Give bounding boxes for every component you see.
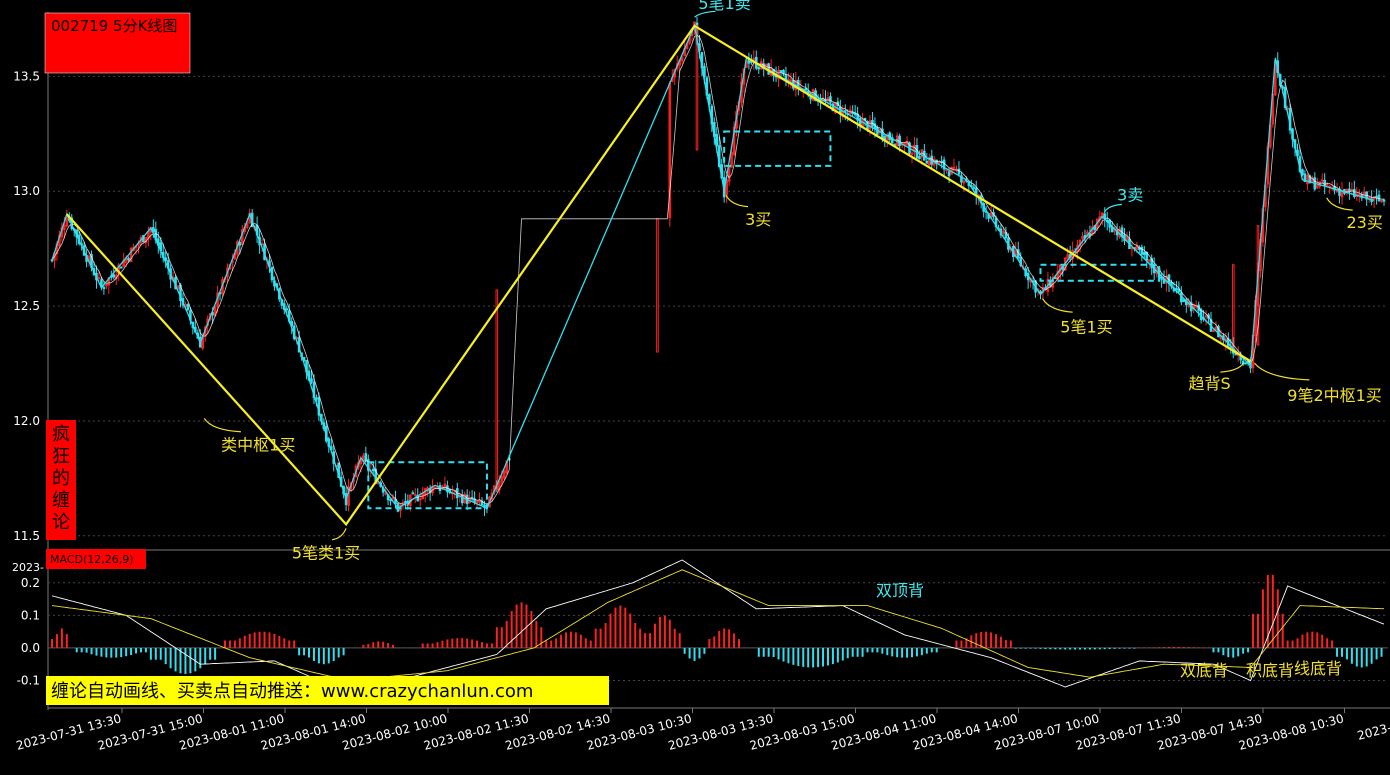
side-box-char: 疯 <box>52 424 70 445</box>
candle-body <box>1375 195 1378 198</box>
candle-body <box>1204 315 1208 318</box>
macd-annotation-label: 线底背 <box>1294 659 1342 678</box>
price-tick-label: 11.5 <box>13 529 40 543</box>
candle-body <box>1357 193 1361 196</box>
candle-body <box>1054 277 1057 280</box>
candle-body <box>315 397 318 400</box>
candle-body <box>1377 194 1381 201</box>
side-box-text: 疯狂的缠论 <box>52 424 70 533</box>
candle-body <box>1234 353 1238 356</box>
candle-body <box>127 258 130 261</box>
candle-body <box>952 166 956 169</box>
candle-body <box>411 492 415 495</box>
annotation-label: 9笔2中枢1买 <box>1287 386 1382 405</box>
candle-body <box>757 67 761 70</box>
candle-body <box>918 156 921 160</box>
candle-body <box>1325 183 1329 186</box>
price-tick-label: 13.5 <box>13 69 40 83</box>
candle-body <box>186 303 190 311</box>
candle-body <box>112 274 116 278</box>
candle-body <box>310 378 313 383</box>
candle-body <box>1301 169 1304 175</box>
candle-body <box>972 186 976 189</box>
candle-body <box>1142 251 1146 256</box>
chart-title: 002719 5分K线图 <box>51 17 177 35</box>
candle-body <box>1323 179 1326 187</box>
price-tick-label: 12.0 <box>13 414 40 428</box>
candle-body <box>384 492 387 495</box>
candle-body <box>804 88 808 91</box>
annotation-label: 趋背S <box>1189 374 1231 393</box>
side-box-char: 的 <box>52 468 70 489</box>
candle-body <box>119 266 123 269</box>
annotation-label: 5笔类1买 <box>292 543 360 562</box>
candle-body <box>97 277 101 280</box>
candle-body <box>102 287 106 290</box>
candle-body <box>1130 247 1134 250</box>
macd-annotation-label: 积底背 <box>1246 661 1294 680</box>
annotation-label: 23买 <box>1347 213 1383 232</box>
price-tick-label: 13.0 <box>13 184 40 198</box>
candle-body <box>1140 246 1144 255</box>
candle-body <box>779 70 783 73</box>
candle-body <box>945 169 948 172</box>
stock-chart: 11.5 12.0 12.5 13.0 13.5 -0.1 0.0 0.1 0.2 5笔1卖 3… <box>0 0 1390 775</box>
side-box-char: 狂 <box>52 446 70 467</box>
candle-body <box>829 96 832 103</box>
candle-body <box>925 160 929 164</box>
annotation-label: 3买 <box>745 210 771 229</box>
annotation-label: 5笔1卖 <box>698 0 750 13</box>
candle-body <box>1382 199 1386 202</box>
annotation-label: 类中枢1买 <box>221 435 295 454</box>
candle-body <box>470 496 474 499</box>
macd-tick-label: 0.1 <box>21 608 40 622</box>
macd-label: MACD(12,26,9) <box>50 553 134 566</box>
candle-body <box>957 168 961 175</box>
candle-body <box>371 468 375 472</box>
candle-body <box>391 497 395 500</box>
candle-body <box>947 171 951 177</box>
macd-tick-label: 0.0 <box>21 641 40 655</box>
annotation-label: 5笔1买 <box>1060 318 1112 337</box>
price-tick-label: 12.5 <box>13 299 40 313</box>
banner-text: 缠论自动画线、买卖点自动推送：www.crazychanlun.com <box>51 681 533 702</box>
side-box-char: 论 <box>52 512 70 533</box>
candle-body <box>418 498 422 501</box>
candle-body <box>475 501 479 504</box>
macd-annotation-label: 双底背 <box>1180 661 1228 680</box>
candle-body <box>1320 179 1324 182</box>
macd-tick-label: -0.1 <box>17 673 40 687</box>
candle-body <box>364 453 368 462</box>
annotation-label: 3卖 <box>1117 185 1143 204</box>
candle-body <box>1175 288 1178 291</box>
candle-body <box>1348 188 1351 192</box>
candle-body <box>413 493 417 496</box>
side-box-char: 缠 <box>52 490 70 511</box>
macd-tick-label: 0.2 <box>21 576 40 590</box>
macd-date-stub: 2023- <box>12 561 44 574</box>
macd-annotation-label: 双顶背 <box>876 581 924 600</box>
candle-body <box>1244 362 1247 365</box>
candle-body <box>1212 329 1215 332</box>
candle-body <box>285 308 289 311</box>
